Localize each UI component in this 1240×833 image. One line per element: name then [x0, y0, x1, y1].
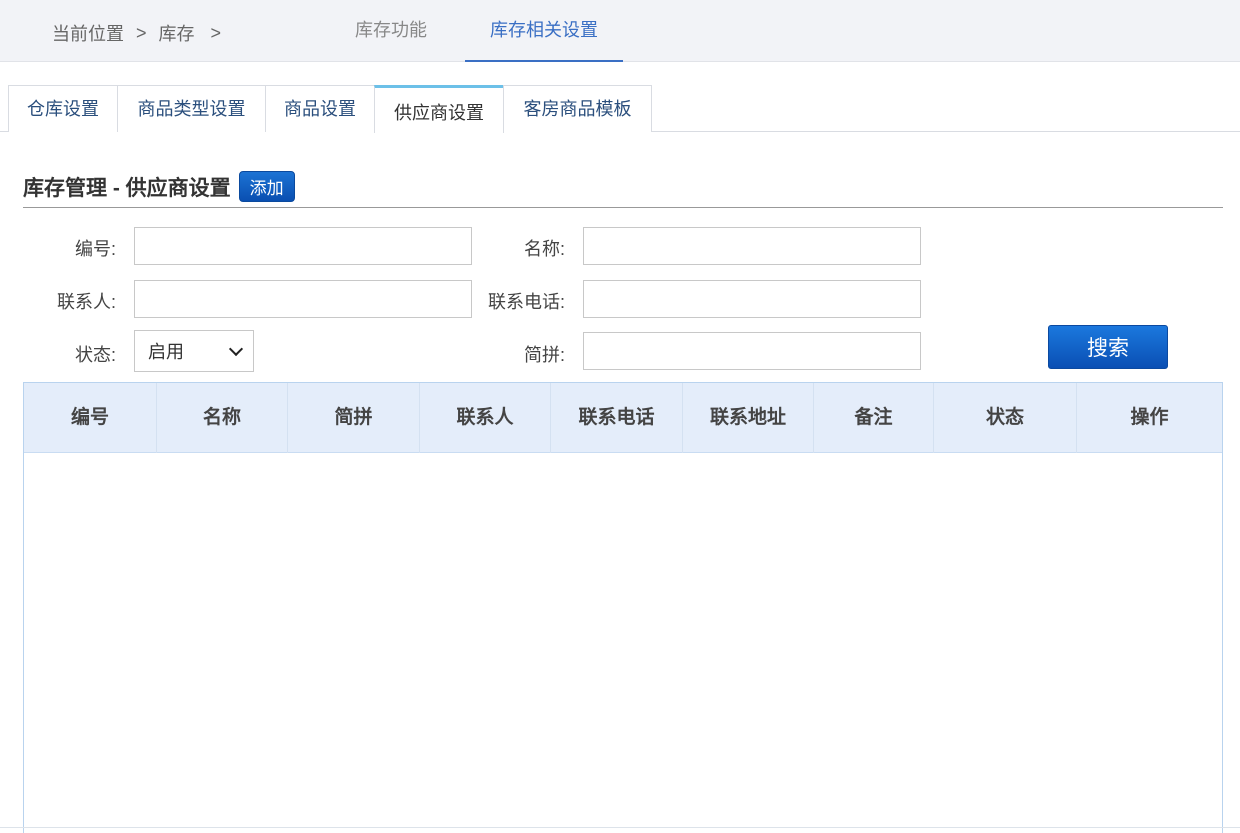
add-button[interactable]: 添加 — [238, 171, 295, 202]
column-header-address: 联系地址 — [683, 383, 814, 453]
phone-label: 联系电话: — [487, 292, 565, 312]
column-header-remark: 备注 — [814, 383, 934, 453]
subtab-warehouse-settings[interactable]: 仓库设置 — [8, 85, 118, 132]
pinyin-label: 简拼: — [523, 345, 565, 365]
pinyin-input[interactable] — [583, 332, 921, 370]
breadcrumb-separator: > — [136, 22, 147, 43]
code-input[interactable] — [134, 227, 472, 265]
column-header-phone: 联系电话 — [551, 383, 683, 453]
subtab-product-settings[interactable]: 商品设置 — [265, 85, 375, 132]
breadcrumb: 当前位置 > 库存 > — [52, 20, 233, 46]
bottom-divider — [0, 827, 1240, 828]
status-selected-value: 启用 — [148, 342, 184, 362]
subtab-supplier-settings[interactable]: 供应商设置 — [374, 85, 504, 133]
tab-inventory-functions[interactable]: 库存功能 — [330, 0, 452, 62]
status-select[interactable]: 启用 — [134, 330, 254, 372]
breadcrumb-item-inventory[interactable]: 库存 — [159, 20, 195, 46]
supplier-table: 编号 名称 简拼 联系人 联系电话 联系地址 备注 状态 操作 — [23, 382, 1223, 833]
phone-input[interactable] — [583, 280, 921, 318]
chevron-down-icon — [228, 341, 244, 356]
breadcrumb-current-label: 当前位置 — [52, 24, 124, 44]
title-divider — [23, 207, 1223, 208]
sub-tab-bar: 仓库设置 商品类型设置 商品设置 供应商设置 客房商品模板 — [0, 85, 1240, 133]
top-header: 当前位置 > 库存 > 库存功能 库存相关设置 — [0, 0, 1240, 62]
page-title: 库存管理 - 供应商设置 — [23, 176, 231, 200]
name-label: 名称: — [523, 239, 565, 259]
table-header: 编号 名称 简拼 联系人 联系电话 联系地址 备注 状态 操作 — [24, 383, 1222, 453]
section-heading: 库存管理 - 供应商设置 添加 — [23, 171, 295, 202]
code-label: 编号: — [74, 239, 116, 259]
status-label: 状态: — [74, 345, 116, 365]
column-header-contact: 联系人 — [420, 383, 551, 453]
column-header-status: 状态 — [934, 383, 1077, 453]
search-button[interactable]: 搜索 — [1048, 325, 1168, 369]
subtab-room-product-template[interactable]: 客房商品模板 — [503, 85, 652, 132]
contact-input[interactable] — [134, 280, 472, 318]
contact-label: 联系人: — [56, 292, 116, 312]
breadcrumb-separator: > — [210, 22, 222, 43]
column-header-actions: 操作 — [1130, 407, 1169, 428]
column-header-name: 名称 — [157, 383, 288, 453]
column-header-code: 编号 — [24, 383, 157, 453]
column-header-pinyin: 简拼 — [288, 383, 420, 453]
subtab-product-type-settings[interactable]: 商品类型设置 — [117, 85, 266, 132]
name-input[interactable] — [583, 227, 921, 265]
tab-inventory-settings[interactable]: 库存相关设置 — [465, 0, 623, 62]
